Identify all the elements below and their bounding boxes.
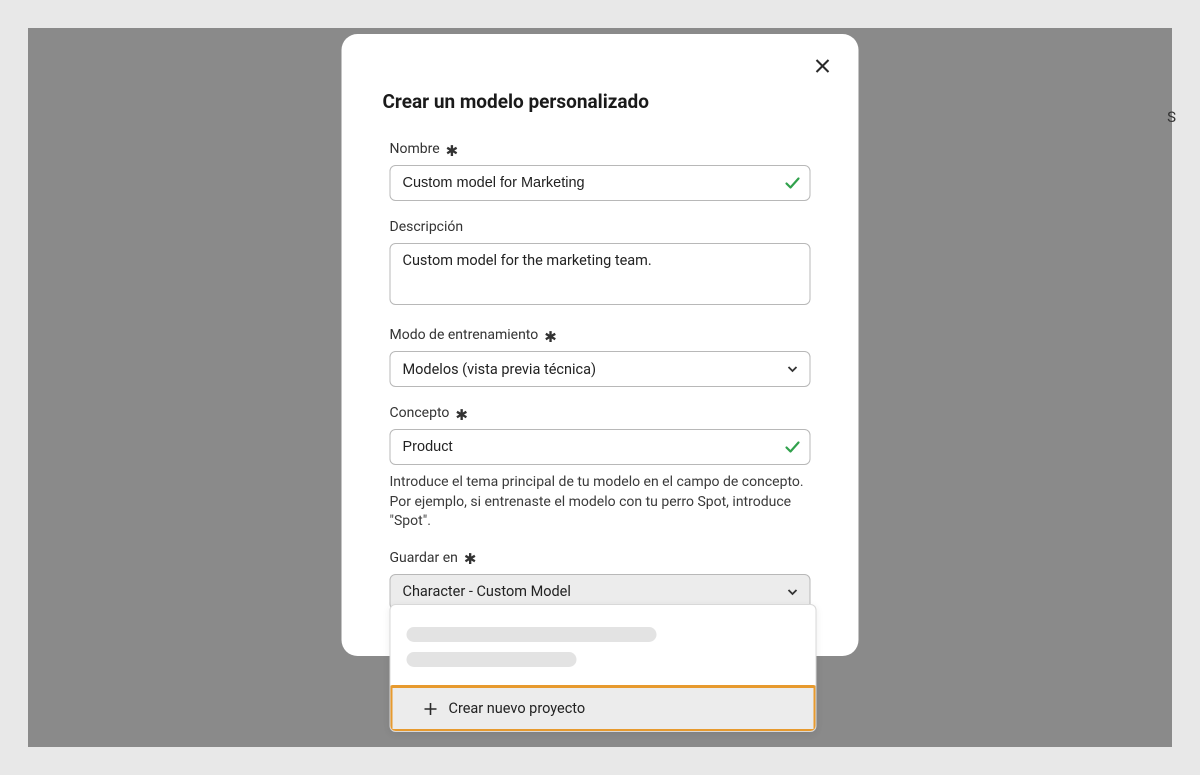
- checkmark-icon: [785, 175, 801, 191]
- chevron-down-icon: [786, 362, 800, 376]
- dialog-title: Crear un modelo personalizado: [383, 90, 851, 113]
- cropped-text: S: [1167, 108, 1176, 126]
- project-dropdown-panel: Crear nuevo proyecto: [390, 604, 817, 732]
- create-new-project-button[interactable]: Crear nuevo proyecto: [390, 685, 817, 732]
- name-input[interactable]: [390, 165, 811, 201]
- description-label-text: Descripción: [390, 219, 464, 235]
- skeleton-line: [407, 627, 657, 642]
- description-label: Descripción: [390, 219, 811, 235]
- name-label: Nombre ✱: [390, 141, 811, 157]
- name-label-text: Nombre: [390, 141, 440, 157]
- concept-help-text: Introduce el tema principal de tu modelo…: [390, 473, 811, 532]
- save-in-field-group: Guardar en ✱ Character - Custom Model: [390, 550, 811, 610]
- create-custom-model-dialog: Crear un modelo personalizado Nombre ✱ D…: [342, 34, 859, 656]
- save-in-label: Guardar en ✱: [390, 550, 811, 566]
- training-mode-select[interactable]: Modelos (vista previa técnica): [390, 351, 811, 387]
- training-mode-value: Modelos (vista previa técnica): [403, 361, 597, 378]
- description-textarea[interactable]: Custom model for the marketing team.: [390, 243, 811, 305]
- required-asterisk-icon: ✱: [446, 144, 459, 159]
- plus-icon: [423, 701, 439, 717]
- save-in-value: Character - Custom Model: [403, 583, 571, 600]
- create-new-project-label: Crear nuevo proyecto: [449, 700, 586, 717]
- close-icon: [815, 58, 831, 74]
- concept-input[interactable]: [390, 429, 811, 465]
- name-field-group: Nombre ✱: [390, 141, 811, 201]
- concept-field-group: Concepto ✱ Introduce el tema principal d…: [390, 405, 811, 532]
- save-in-label-text: Guardar en: [390, 550, 458, 566]
- training-mode-label: Modo de entrenamiento ✱: [390, 327, 811, 343]
- concept-label: Concepto ✱: [390, 405, 811, 421]
- required-asterisk-icon: ✱: [464, 552, 477, 567]
- required-asterisk-icon: ✱: [544, 330, 557, 345]
- checkmark-icon: [785, 439, 801, 455]
- training-mode-label-text: Modo de entrenamiento: [390, 327, 539, 343]
- close-button[interactable]: [809, 52, 837, 80]
- description-field-group: Descripción Custom model for the marketi…: [390, 219, 811, 309]
- chevron-down-icon: [786, 585, 800, 599]
- required-asterisk-icon: ✱: [455, 408, 468, 423]
- concept-label-text: Concepto: [390, 405, 450, 421]
- training-mode-field-group: Modo de entrenamiento ✱ Modelos (vista p…: [390, 327, 811, 387]
- skeleton-line: [407, 652, 577, 667]
- form-body: Nombre ✱ Descripción Custom model for th…: [350, 141, 851, 610]
